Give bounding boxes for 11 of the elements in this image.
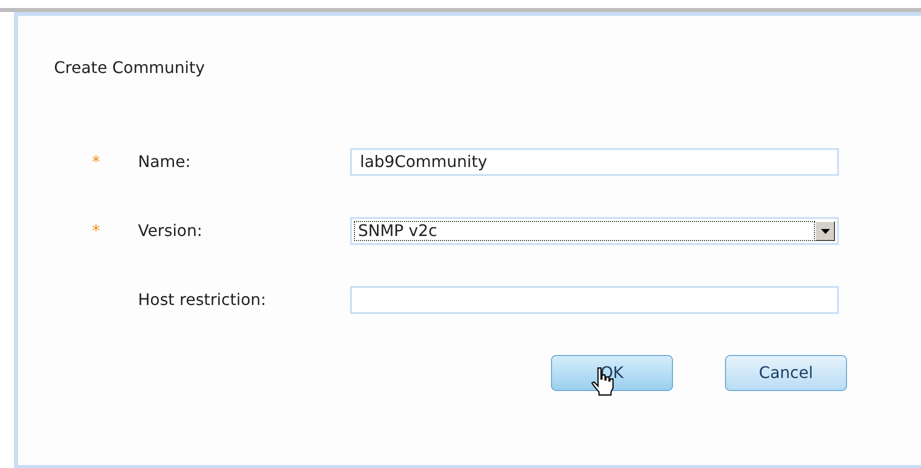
required-mark: * (91, 151, 101, 173)
input-field[interactable] (350, 286, 839, 314)
dialog-button[interactable]: Cancel (725, 355, 847, 391)
dialog-title: Create Community (54, 58, 206, 78)
dropdown-arrow-icon (820, 228, 830, 234)
field-label: Version: (138, 220, 204, 242)
field-label: Name: (138, 151, 192, 173)
input-field[interactable]: lab9Community (350, 148, 839, 176)
field-label: Host restriction: (138, 289, 268, 311)
required-mark: * (91, 220, 101, 242)
version-dropdown[interactable]: SNMP v2c (350, 217, 839, 245)
